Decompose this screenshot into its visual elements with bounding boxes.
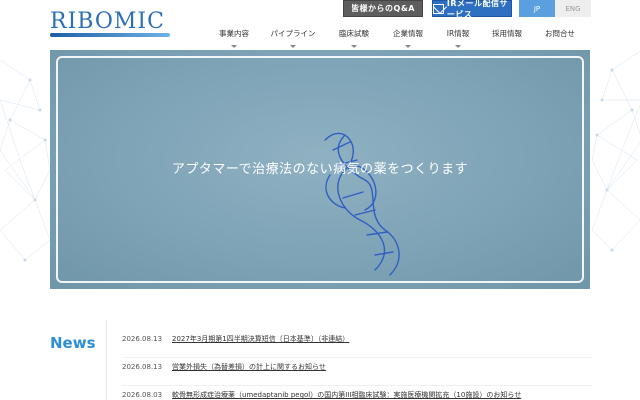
nav-ir-label: IR情報: [446, 28, 470, 38]
news-list: 2026.08.13 2027年3月期第1四半期決算短信〔日本基準〕（非連結） …: [122, 330, 592, 400]
molecule-network-right: [591, 51, 640, 252]
news-item: 2026.08.13 営業外損失（為替差損）の計上に関するお知らせ: [122, 358, 592, 386]
ribomic-logo[interactable]: RIBOMIC: [50, 11, 172, 37]
mail-icon: [433, 3, 444, 14]
news-link[interactable]: 軟骨無形成症治療薬（umedaptanib pegol）の国内第III相臨床試験…: [172, 390, 521, 400]
nav-contact-label: お問合せ: [545, 28, 575, 38]
news-date: 2026.08.13: [122, 363, 163, 371]
nav-business-label: 事業内容: [219, 28, 249, 38]
logo-swoosh: [50, 33, 170, 37]
lang-jp-label: JP: [533, 4, 541, 13]
ir-mail-button[interactable]: IRメール配信サービス: [432, 0, 512, 19]
nav-contact[interactable]: お問合せ: [534, 26, 586, 40]
nav-company-label: 企業情報: [393, 28, 423, 38]
nav-recruit-label: 採用情報: [492, 28, 522, 38]
news-date: 2026.08.13: [122, 335, 163, 343]
nav-pipeline[interactable]: パイプライン: [258, 26, 328, 48]
news-divider: [106, 320, 107, 400]
news-date: 2026.08.03: [122, 391, 163, 399]
nav-clinical-trials-label: 臨床試験: [339, 28, 369, 38]
news-link[interactable]: 2027年3月期第1四半期決算短信〔日本基準〕（非連結）: [172, 334, 349, 344]
ir-mail-button-label: IRメール配信サービス: [446, 0, 509, 19]
chevron-down-icon: [351, 45, 357, 48]
nav-clinical-trials[interactable]: 臨床試験: [328, 26, 380, 48]
chevron-down-icon: [455, 45, 461, 48]
nav-pipeline-label: パイプライン: [270, 28, 316, 38]
lang-en-button[interactable]: ENG: [555, 0, 591, 17]
qa-button-label: 皆様からのQ&A: [351, 4, 415, 13]
news-link[interactable]: 営業外損失（為替差損）の計上に関するお知らせ: [172, 362, 326, 372]
hero-banner: アプタマーで治療法のない病気の薬をつくります: [50, 50, 590, 289]
nav-ir[interactable]: IR情報: [436, 26, 480, 48]
hero-title: アプタマーで治療法のない病気の薬をつくります: [171, 162, 469, 177]
news-heading: News: [50, 334, 96, 352]
qa-button[interactable]: 皆様からのQ&A: [343, 0, 423, 17]
logo-text: RIBOMIC: [50, 9, 165, 34]
lang-en-label: ENG: [565, 4, 581, 13]
news-item: 2026.08.13 2027年3月期第1四半期決算短信〔日本基準〕（非連結）: [122, 330, 592, 358]
nav-company[interactable]: 企業情報: [380, 26, 436, 48]
nav-business[interactable]: 事業内容: [210, 26, 258, 48]
chevron-down-icon: [405, 45, 411, 48]
news-item: 2026.08.03 軟骨無形成症治療薬（umedaptanib pegol）の…: [122, 386, 592, 400]
lang-jp-button[interactable]: JP: [519, 0, 555, 17]
chevron-down-icon: [290, 45, 296, 48]
nav-recruit[interactable]: 採用情報: [480, 26, 534, 40]
chevron-down-icon: [231, 45, 237, 48]
global-nav: 事業内容 パイプライン 臨床試験 企業情報 IR情報 採用情報 お問合せ: [210, 26, 590, 48]
